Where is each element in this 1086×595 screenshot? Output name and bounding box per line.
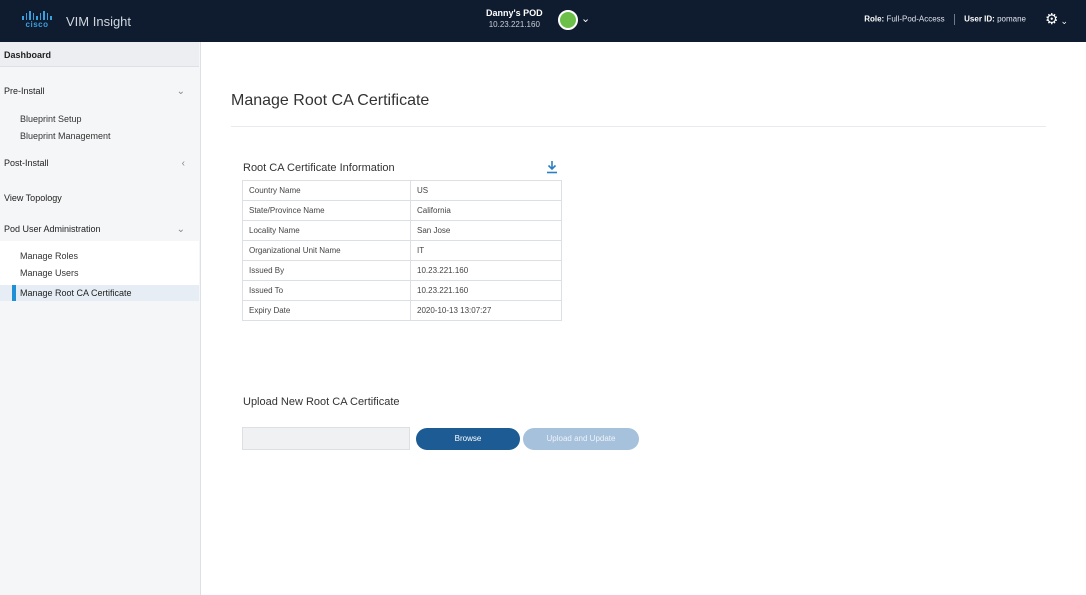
pod-name: Danny's POD — [486, 8, 543, 18]
sidebar-item-dashboard[interactable]: Dashboard — [0, 42, 199, 67]
upload-and-update-button[interactable]: Upload and Update — [523, 428, 639, 450]
logo-text: cisco — [25, 20, 49, 29]
sidebar-item-manage-users[interactable]: Manage Users — [20, 268, 79, 278]
table-cell-key: Issued By — [242, 260, 411, 281]
pod-selector[interactable]: Danny's POD 10.23.221.160 — [486, 7, 543, 30]
info-section-title: Root CA Certificate Information — [243, 162, 395, 174]
table-row: Country Name US — [242, 180, 562, 201]
role-value: Full-Pod-Access — [886, 14, 945, 24]
pod-status-icon[interactable] — [558, 10, 578, 30]
app-name: VIM Insight — [66, 13, 132, 29]
table-cell-value: 10.23.221.160 — [410, 260, 562, 281]
cisco-logo: cisco — [20, 11, 54, 31]
pod-ip: 10.23.221.160 — [488, 20, 540, 29]
divider — [953, 14, 955, 25]
sidebar-item-manage-roles[interactable]: Manage Roles — [20, 251, 78, 261]
sidebar-item-post-install[interactable]: Post-Install ‹ — [0, 158, 199, 169]
sidebar-item-pre-install[interactable]: Pre-Install ⌄ — [0, 86, 199, 97]
table-row: Issued By 10.23.221.160 — [242, 260, 562, 281]
sidebar-item-blueprint-management[interactable]: Blueprint Management — [20, 131, 111, 141]
table-cell-value: 10.23.221.160 — [410, 280, 562, 301]
table-cell-value: 2020-10-13 13:07:27 — [410, 300, 562, 321]
table-cell-value: IT — [410, 240, 562, 261]
table-row: State/Province Name California — [242, 200, 562, 221]
table-cell-value: San Jose — [410, 220, 562, 241]
certificate-info-table: Country Name US State/Province Name Califor… — [242, 180, 562, 321]
table-cell-key: Country Name — [242, 180, 411, 201]
table-cell-value: California — [410, 200, 562, 221]
user-label: User ID: — [964, 14, 995, 24]
active-indicator — [12, 285, 16, 301]
user-value: pomane — [997, 14, 1026, 24]
chevron-down-icon: ⌄ — [176, 86, 185, 97]
chevron-down-icon[interactable]: ⌄ — [581, 12, 590, 25]
top-bar: cisco VIM Insight Danny's POD 10.23.221.… — [0, 0, 1086, 42]
sidebar-item-label: View Topology — [4, 193, 62, 203]
sidebar-item-blueprint-setup[interactable]: Blueprint Setup — [20, 114, 82, 124]
table-row: Expiry Date 2020-10-13 13:07:27 — [242, 300, 562, 321]
gear-icon[interactable]: ⚙ ⌄ — [1045, 10, 1068, 28]
sidebar-item-label: Post-Install — [4, 158, 49, 168]
sidebar: Dashboard Pre-Install ⌄ Blueprint Setup … — [0, 42, 201, 595]
table-row: Organizational Unit Name IT — [242, 240, 562, 261]
sidebar-item-pod-user-administration[interactable]: Pod User Administration ⌄ — [0, 224, 199, 235]
sidebar-item-label: Manage Root CA Certificate — [20, 288, 132, 298]
sidebar-item-view-topology[interactable]: View Topology — [0, 193, 199, 203]
sidebar-item-label: Dashboard — [4, 50, 52, 60]
role-user-info: Role: Full-Pod-Access User ID: pomane — [864, 14, 1026, 25]
table-cell-key: Organizational Unit Name — [242, 240, 411, 261]
table-cell-key: Expiry Date — [242, 300, 411, 321]
chevron-down-icon: ⌄ — [176, 224, 185, 235]
table-cell-value: US — [410, 180, 562, 201]
upload-section-title: Upload New Root CA Certificate — [243, 396, 400, 408]
divider — [231, 126, 1046, 127]
chevron-left-icon: ‹ — [181, 158, 185, 169]
browse-button[interactable]: Browse — [416, 428, 520, 450]
table-cell-key: State/Province Name — [242, 200, 411, 221]
sidebar-item-label: Pre-Install — [4, 86, 45, 96]
role-label: Role: — [864, 14, 885, 24]
submenu-background — [0, 241, 199, 285]
page-title: Manage Root CA Certificate — [231, 92, 430, 109]
table-cell-key: Issued To — [242, 280, 411, 301]
brand[interactable]: cisco VIM Insight — [20, 11, 131, 31]
sidebar-item-manage-root-ca-certificate[interactable]: Manage Root CA Certificate — [0, 285, 199, 301]
download-icon[interactable] — [546, 160, 558, 179]
file-path-input[interactable] — [242, 427, 410, 450]
table-row: Issued To 10.23.221.160 — [242, 280, 562, 301]
table-row: Locality Name San Jose — [242, 220, 562, 241]
sidebar-item-label: Pod User Administration — [4, 224, 101, 234]
table-cell-key: Locality Name — [242, 220, 411, 241]
